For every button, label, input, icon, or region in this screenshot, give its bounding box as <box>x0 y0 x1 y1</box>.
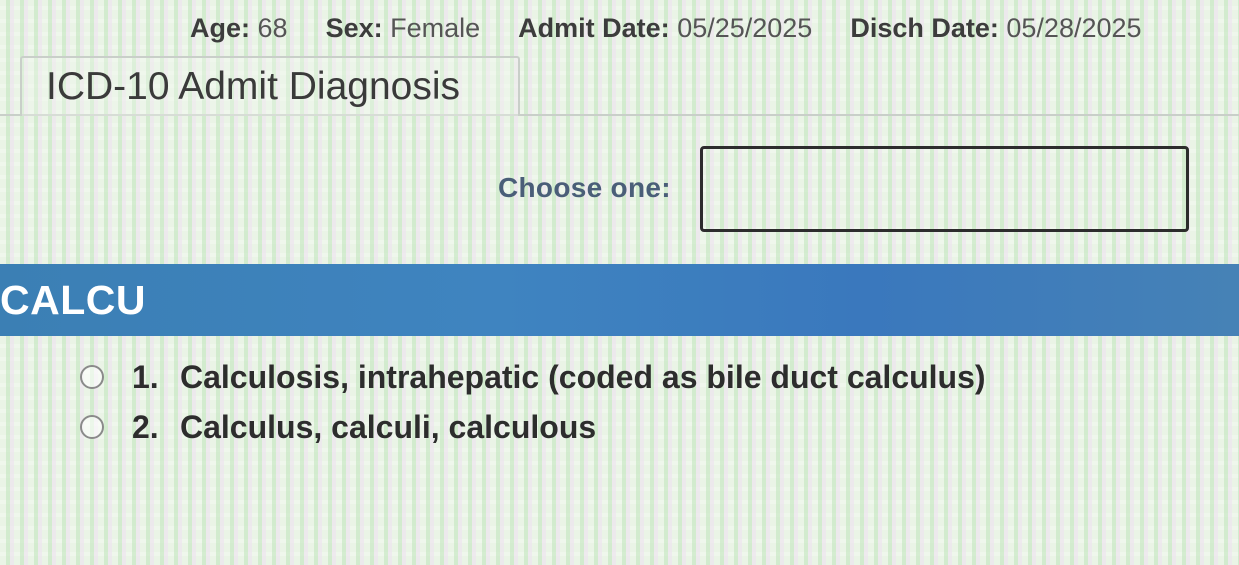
option-number: 2. <box>132 408 159 445</box>
admit-date-info: Admit Date: 05/25/2025 <box>518 13 812 44</box>
choose-one-input[interactable] <box>700 146 1189 232</box>
diagnosis-options-list: 1. Calculosis, intrahepatic (coded as bi… <box>80 352 1219 452</box>
radio-button-icon[interactable] <box>80 415 104 439</box>
option-label[interactable]: Calculosis, intrahepatic (coded as bile … <box>180 359 986 396</box>
sex-info: Sex: Female <box>326 13 481 44</box>
option-2[interactable]: 2. Calculus, calculi, calculous <box>80 402 1219 452</box>
disch-date-value: 05/28/2025 <box>1006 12 1142 43</box>
tab-icd10-admit-diagnosis[interactable]: ICD-10 Admit Diagnosis <box>20 56 520 116</box>
choose-one-row: Choose one: <box>0 146 1239 232</box>
choose-one-label: Choose one: <box>498 172 671 203</box>
option-label[interactable]: Calculus, calculi, calculous <box>180 409 596 446</box>
sex-label: Sex: <box>325 12 383 43</box>
option-1[interactable]: 1. Calculosis, intrahepatic (coded as bi… <box>80 352 1219 402</box>
admit-date-label: Admit Date: <box>518 12 670 43</box>
search-term-text: CALCU <box>0 276 146 323</box>
age-info: Age: 68 <box>190 13 288 44</box>
disch-date-label: Disch Date: <box>850 12 999 43</box>
age-label: Age: <box>190 12 250 43</box>
admit-date-value: 05/25/2025 <box>677 12 813 43</box>
tab-strip: ICD-10 Admit Diagnosis <box>0 54 1239 116</box>
disch-date-info: Disch Date: 05/28/2025 <box>850 13 1141 44</box>
search-term-bar: CALCU <box>0 264 1239 336</box>
patient-info-bar: Age: 68 Sex: Female Admit Date: 05/25/20… <box>190 10 1219 46</box>
radio-button-icon[interactable] <box>80 365 104 389</box>
sex-value: Female <box>390 12 481 43</box>
age-value: 68 <box>257 12 288 43</box>
option-number: 1. <box>132 358 159 395</box>
